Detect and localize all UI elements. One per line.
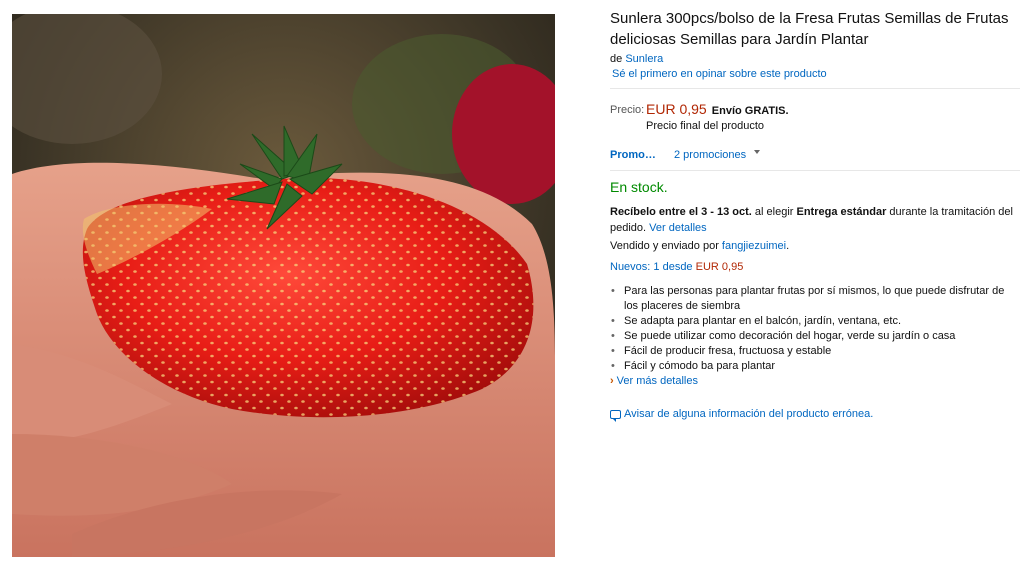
divider	[610, 170, 1020, 171]
delivery-mid: al elegir	[751, 206, 797, 218]
feature-bullet: Fácil y cómodo ba para plantar	[610, 359, 1020, 374]
price-row: Precio: EUR 0,95 Envío GRATIS.	[610, 101, 1020, 117]
feature-bullet: Para las personas para plantar frutas po…	[610, 284, 1020, 314]
promo-label[interactable]: Promo…	[610, 149, 674, 161]
new-offers-link[interactable]: Nuevos: 1 desde EUR 0,95	[610, 261, 1020, 273]
product-image[interactable]	[12, 14, 555, 557]
review-link[interactable]: Sé el primero en opinar sobre este produ…	[612, 68, 1020, 80]
promotions-row[interactable]: Promo… 2 promociones	[610, 149, 1020, 161]
new-offers-prefix[interactable]: Nuevos: 1 desde	[610, 261, 696, 273]
feature-bullet: Fácil de producir fresa, fructuosa y est…	[610, 344, 1020, 359]
delivery-method: Entrega estándar	[796, 206, 887, 218]
brand-byline: de Sunlera	[610, 53, 1020, 65]
speech-bubble-icon	[610, 409, 621, 422]
feature-bullets: Para las personas para plantar frutas po…	[610, 284, 1020, 374]
more-details-link[interactable]: › Ver más detalles	[610, 375, 1020, 387]
report-label[interactable]: Avisar de alguna información del product…	[624, 408, 873, 420]
report-link[interactable]: Avisar de alguna información del product…	[610, 408, 1020, 422]
promo-count[interactable]: 2 promociones	[674, 149, 746, 161]
price-amount: EUR 0,95	[646, 101, 707, 117]
product-title: Sunlera 300pcs/bolso de la Fresa Frutas …	[610, 10, 1009, 48]
stock-status: En stock.	[610, 179, 668, 195]
caret-down-icon[interactable]	[754, 150, 761, 154]
delivery-window: Recíbelo entre el 3 - 13 oct.	[610, 206, 752, 218]
product-details: Sunlera 300pcs/bolso de la Fresa Frutas …	[610, 8, 1020, 422]
price-label: Precio:	[610, 104, 645, 116]
divider	[610, 88, 1020, 89]
sold-by-prefix: Vendido y enviado por	[610, 240, 722, 252]
final-price-note: Precio final del producto	[646, 120, 765, 132]
delivery-info: Recíbelo entre el 3 - 13 oct. al elegir …	[610, 204, 1020, 236]
brand-link[interactable]: Sunlera	[625, 53, 663, 65]
seller-link[interactable]: fangjiezuimei	[722, 240, 786, 252]
more-details-label[interactable]: Ver más detalles	[617, 375, 698, 387]
sold-by-suffix: .	[786, 240, 790, 252]
chevron-right-icon: ›	[610, 375, 614, 387]
strawberry-photo	[12, 14, 555, 557]
sold-by: Vendido y enviado por fangjiezuimei.	[610, 240, 1020, 252]
delivery-details-link[interactable]: Ver detalles	[649, 222, 706, 234]
feature-bullet: Se adapta para plantar en el balcón, jar…	[610, 314, 1020, 329]
shipping-note: Envío GRATIS.	[711, 105, 789, 117]
byline-prefix: de	[610, 53, 623, 65]
new-offers-price[interactable]: EUR 0,95	[696, 261, 744, 273]
feature-bullet: Se puede utilizar como decoración del ho…	[610, 329, 1020, 344]
